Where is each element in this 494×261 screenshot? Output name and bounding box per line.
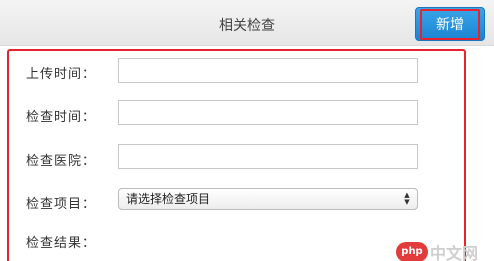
header-bar: 相关检查 新增 xyxy=(0,0,494,46)
site-watermark: php 中文网 xyxy=(396,238,486,261)
php-logo: php xyxy=(396,242,428,261)
watermark-text: 中文网 xyxy=(430,244,479,261)
exam-hospital-input[interactable] xyxy=(118,144,418,169)
exam-time-row: 检查时间： xyxy=(0,99,494,143)
exam-item-select[interactable]: 请选择检查项目 ▲ ▼ xyxy=(118,188,418,210)
exam-time-input[interactable] xyxy=(118,100,418,125)
upload-time-label: 上传时间： xyxy=(26,67,97,82)
exam-hospital-label: 检查医院： xyxy=(26,154,97,169)
exam-time-label: 检查时间： xyxy=(26,110,97,125)
exam-item-selected-value: 请选择检查项目 xyxy=(126,192,211,206)
exam-item-row: 检查项目： 请选择检查项目 ▲ ▼ xyxy=(0,187,494,231)
upload-time-row: 上传时间： xyxy=(0,55,494,99)
up-down-arrows-icon: ▲ ▼ xyxy=(404,191,410,206)
upload-time-input[interactable] xyxy=(118,58,418,83)
add-button-highlight xyxy=(420,9,480,40)
exam-result-label: 检查结果： xyxy=(26,236,97,251)
exam-item-label: 检查项目： xyxy=(26,197,97,212)
exam-hospital-row: 检查医院： xyxy=(0,143,494,187)
